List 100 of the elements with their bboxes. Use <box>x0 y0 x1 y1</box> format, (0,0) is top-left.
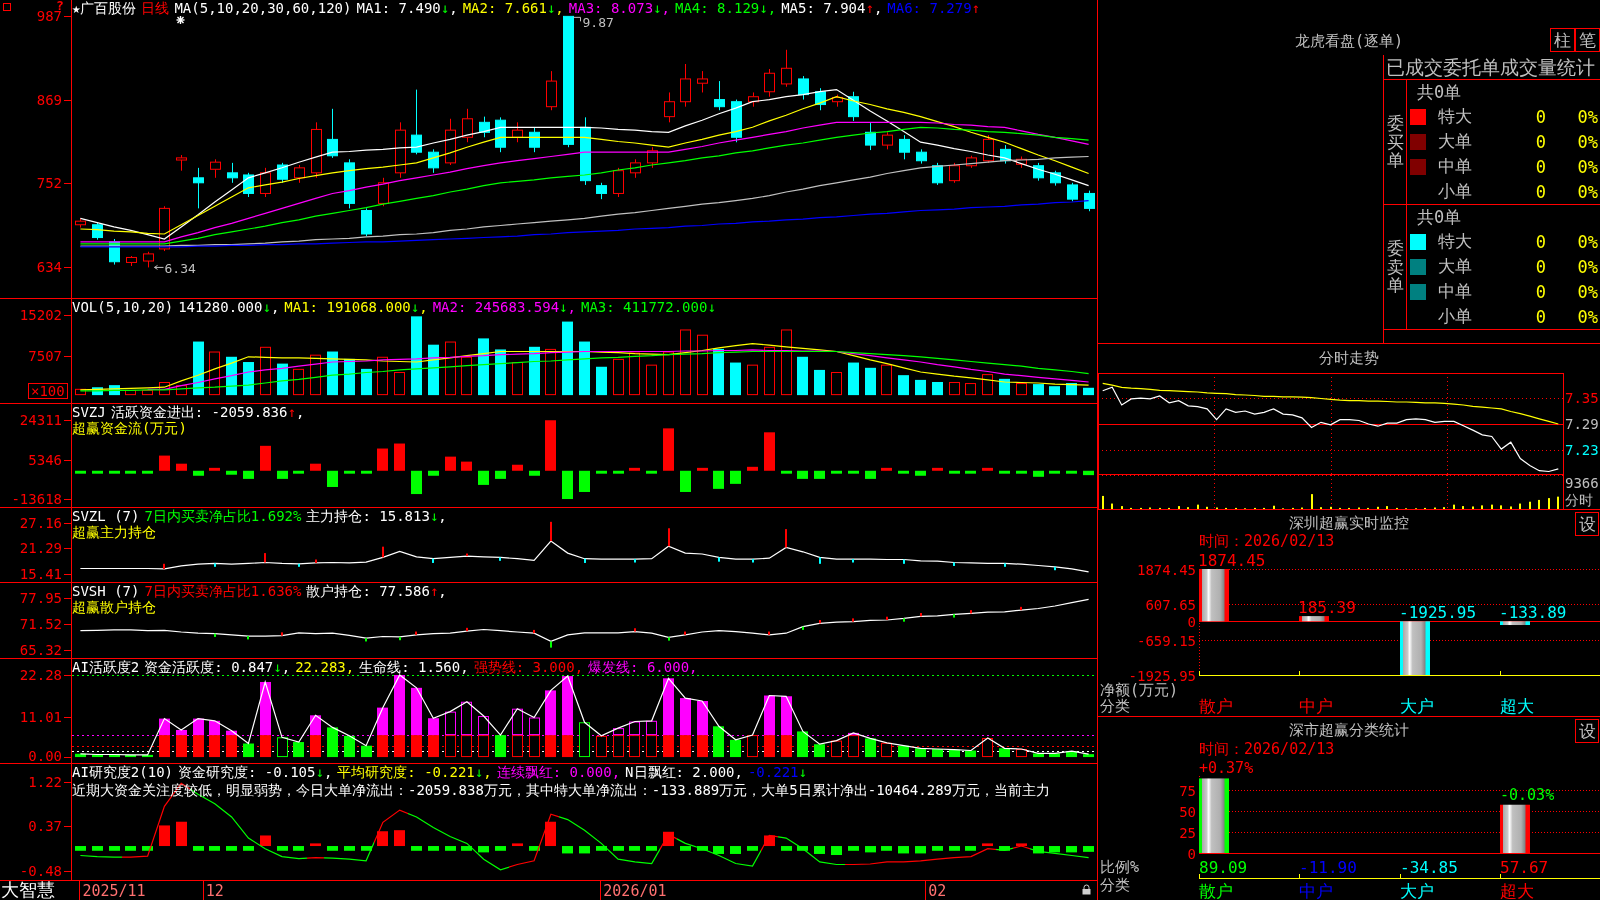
price-label: 6.34 <box>164 260 196 276</box>
trend-arrow: ↓ <box>559 299 568 315</box>
legend-text: AI研究度2(10) <box>72 764 173 780</box>
value-label: -1925.95 <box>1399 602 1477 622</box>
trend-arrow: ↓ <box>262 299 271 315</box>
section-title: 深圳超赢实时监控 <box>1289 513 1409 533</box>
legend-text: 7日内买卖净占比1.692% <box>144 508 302 524</box>
axis-label: 27.16 <box>19 515 62 532</box>
legend-text: 141280.000 <box>178 299 263 315</box>
legend-text: 活跃资金进出: -2059.836 <box>110 404 288 420</box>
order-size-label: 中单 <box>1437 280 1472 303</box>
indicator-subtitle: 超赢散户持仓 <box>72 599 156 615</box>
legend-text: 连续飘红: 0.000, <box>496 764 621 780</box>
order-share: 0% <box>1577 156 1598 177</box>
separator-text: , <box>767 0 777 16</box>
category-label: 大户 <box>1400 696 1434 716</box>
value-label: 185.39 <box>1298 597 1356 617</box>
section-title: 分时走势 <box>1319 349 1379 367</box>
trend-arrow: ↓ <box>707 299 716 315</box>
order-share: 0% <box>1577 231 1598 252</box>
side-label: 委买单 <box>1386 113 1404 171</box>
legend-text: 主力持仓: 15.813 <box>306 508 430 524</box>
axis-label: 11.01 <box>19 708 62 725</box>
value-label: 89.09 <box>1199 857 1248 877</box>
axis-label: -0.48 <box>19 863 62 880</box>
legend-text: MA(5,10,20,30,60,120) <box>174 0 352 16</box>
axis-title: 比例% <box>1100 858 1140 876</box>
axis-label: 25 <box>1179 824 1196 841</box>
axis-label: 752 <box>36 175 62 192</box>
category-label: 中户 <box>1299 696 1333 716</box>
separator-text: , <box>270 299 280 315</box>
axis-label: 607.65 <box>1145 596 1196 613</box>
trend-arrow: ↓ <box>440 0 450 16</box>
order-share: 0% <box>1577 181 1598 202</box>
trend-arrow: ↓ <box>474 764 484 780</box>
axis-label: -659.15 <box>1137 632 1196 649</box>
axis-label: 7.23 <box>1565 441 1599 458</box>
axis-label: 0.00 <box>28 748 62 763</box>
order-share: 0% <box>1577 256 1598 277</box>
order-share: 0% <box>1577 306 1598 327</box>
separator-text: , <box>449 0 458 16</box>
order-size-label: 小单 <box>1437 305 1472 328</box>
axis-title: 净额(万元) <box>1100 681 1179 699</box>
axis-label: 71.52 <box>19 616 62 633</box>
legend-text: 平均研究度: -0.221 <box>337 764 475 780</box>
legend-text: SVZJ <box>72 404 106 420</box>
order-share: 0% <box>1577 131 1598 152</box>
legend-text: 7日内买卖净占比1.636% <box>144 583 302 599</box>
order-size-label: 特大 <box>1437 105 1472 128</box>
date-label: 02 <box>928 882 947 900</box>
separator-text: , <box>295 404 305 420</box>
trend-arrow: ↓ <box>429 508 439 524</box>
axis-label: 77.95 <box>19 590 62 606</box>
value-label: 57.67 <box>1500 857 1549 877</box>
axis-label: 21.29 <box>19 540 62 557</box>
axis-label: 634 <box>36 259 62 276</box>
trend-arrow: ↑ <box>971 0 981 16</box>
time-text: 时间：2026/02/13 <box>1199 740 1335 758</box>
axis-label: 65.32 <box>19 642 62 658</box>
separator-text: , <box>873 0 883 16</box>
axis-title: 分类 <box>1100 697 1130 715</box>
order-size-label: 大单 <box>1437 130 1472 153</box>
axis-label: 0 <box>1187 613 1196 630</box>
change-label: -0.03% <box>1500 785 1555 804</box>
legend-text: 资金研究度: -0.105 <box>178 764 316 780</box>
order-size-label: 特大 <box>1437 230 1472 253</box>
legend-text: 资金活跃度: 0.847 <box>144 659 274 675</box>
order-share: 0% <box>1577 281 1598 302</box>
date-label: 2026/01 <box>603 882 667 900</box>
change-label: +0.37% <box>1199 759 1254 778</box>
value-label: -34.85 <box>1400 857 1458 877</box>
category-label: 散户 <box>1199 696 1233 716</box>
trend-arrow: ↓ <box>315 764 324 780</box>
separator-text: , <box>438 508 447 524</box>
trend-arrow: ↓ <box>410 299 420 315</box>
order-count: 0 <box>1535 156 1546 177</box>
legend-text: 生命线: 1.560, <box>359 659 469 675</box>
trend-arrow: ↓ <box>759 0 768 16</box>
order-count: 0 <box>1535 131 1546 152</box>
trend-arrow: ↑ <box>865 0 874 16</box>
axis-label: 7.29 <box>1565 416 1599 432</box>
legend-text: 日线 <box>141 0 170 16</box>
price-label: 9.87 <box>582 14 614 30</box>
separator-text: , <box>438 583 447 599</box>
legend-text: MA1: 7.490 <box>356 0 441 16</box>
axis-label: 15.41 <box>19 565 62 582</box>
category-label: 中户 <box>1299 881 1333 899</box>
axis-title: 分类 <box>1100 876 1130 894</box>
legend-text: AI活跃度2 <box>72 659 140 675</box>
side-label: 委卖单 <box>1386 238 1404 296</box>
date-label: 12 <box>205 882 224 900</box>
legend-text: MA6: 7.279 <box>887 0 972 16</box>
axis-label: 0.37 <box>28 818 62 835</box>
axis-label: 1.22 <box>28 773 62 790</box>
axis-label: -13618 <box>11 491 62 507</box>
legend-text: MA5: 7.904 <box>781 0 866 16</box>
separator-text: , <box>419 299 428 315</box>
legend-text: MA2: 7.661 <box>462 0 547 16</box>
category-label: 超大 <box>1500 881 1534 899</box>
trend-arrow: ↑ <box>287 404 296 420</box>
